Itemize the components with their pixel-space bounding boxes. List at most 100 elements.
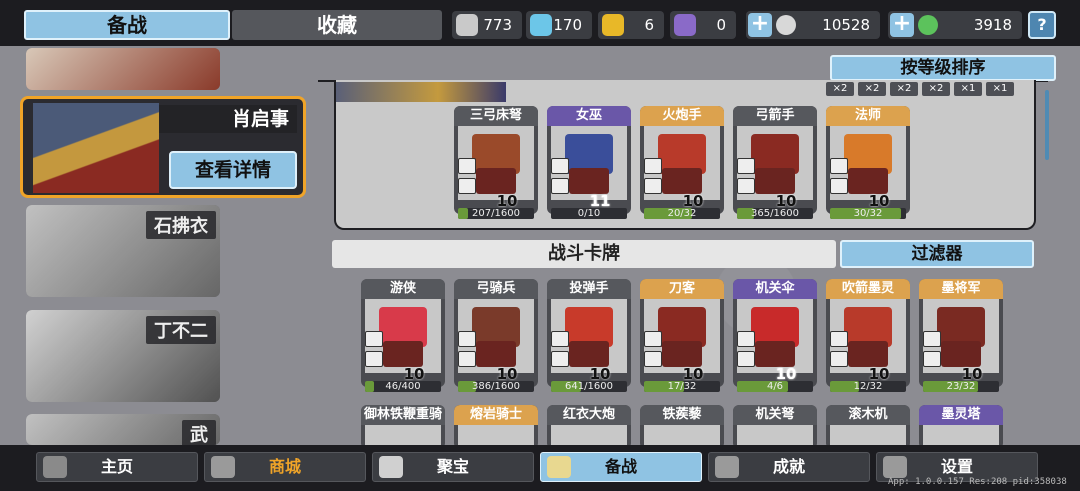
unit-card[interactable]: 铁蒺藜 [640,405,724,449]
silver-trophy-value: 773 [483,16,512,34]
card-progress: 0/10 [551,208,627,219]
version-label: App: 1.0.0.157 Res:208 pid:358038 [888,477,1067,487]
unit-body [848,168,888,194]
sort-by-level-button[interactable]: 按等级排序 [830,55,1056,81]
progress-text: 23/32 [946,381,976,392]
nav-label: 设置 [940,457,973,476]
unit-class-icon [644,178,662,194]
view-details-button[interactable]: 查看详情 [169,151,297,189]
card-name: 弓箭手 [733,106,817,126]
hero-card-top[interactable] [26,48,220,90]
jade-coin-icon [918,15,938,35]
card-name: 铁蒺藜 [640,405,724,425]
progress-text: 0/10 [577,208,601,219]
purple-trophy-icon [674,14,696,36]
progress-fill [458,208,468,219]
card-name: 法师 [826,106,910,126]
home-icon [43,456,67,478]
add-jade-button[interactable]: + [890,13,914,37]
nav-label: 主页 [100,457,133,476]
unit-card[interactable]: 熔岩骑士 [454,405,538,449]
nav-home[interactable]: 主页 [36,452,198,482]
card-name: 墨将军 [919,279,1003,299]
unit-card[interactable]: 游侠 10 46/400 [361,279,445,392]
unit-card[interactable]: 墨将军 10 23/32 [919,279,1003,392]
hero-name: 石拂衣 [146,211,216,239]
card-name: 御林铁鞭重骑兵 [361,405,445,442]
hero-portrait [33,103,159,193]
unit-class-icon [365,351,383,367]
hero-card[interactable]: 丁不二 [26,310,220,402]
crystal-trophy-counter: 170 [526,11,592,39]
hero-name: 丁不二 [146,316,216,344]
hero-card[interactable]: 石拂衣 [26,205,220,297]
unit-card[interactable]: 滚木机 [826,405,910,449]
progress-fill [365,381,375,392]
card-name: 熔岩骑士 [454,405,538,425]
unit-type-icon [551,158,569,174]
nav-achievement[interactable]: 成就 [708,452,870,482]
unit-card[interactable]: 刀客 10 17/32 [640,279,724,392]
achievement-icon [715,456,739,478]
nav-label: 备战 [604,457,637,476]
unit-card[interactable]: 投弹手 10 641/1600 [547,279,631,392]
unit-type-icon [923,331,941,347]
unit-card[interactable]: 弓箭手 10 365/1600 [733,106,817,219]
nav-shop[interactable]: 商城 [204,452,366,482]
unit-card[interactable]: 法师 10 30/32 [826,106,910,219]
unit-card[interactable]: 女巫 11 0/10 [547,106,631,219]
nav-cards[interactable]: 备战 [540,452,702,482]
card-progress: 20/32 [644,208,720,219]
treasure-bowl-icon [379,456,403,478]
card-name: 机关伞 [733,279,817,299]
unit-body [383,341,423,367]
scrollbar[interactable] [1045,90,1049,160]
add-silver-button[interactable]: + [748,13,772,37]
unit-type-icon [458,158,476,174]
unit-class-icon [923,351,941,367]
unit-card[interactable]: 御林铁鞭重骑兵 [361,405,445,449]
nav-treasure-bowl[interactable]: 聚宝 [372,452,534,482]
tab-prepare[interactable]: 备战 [24,10,230,40]
unit-card[interactable]: 墨灵塔 [919,405,1003,449]
unit-card[interactable]: 吹箭墨灵 10 12/32 [826,279,910,392]
card-progress: 386/1600 [458,381,534,392]
progress-text: 12/32 [853,381,883,392]
unit-type-icon [458,331,476,347]
unit-card[interactable]: 机关伞 10 4/6 [733,279,817,392]
unit-body [662,341,702,367]
card-name: 游侠 [361,279,445,299]
unit-type-icon [644,158,662,174]
hero-card-selected[interactable]: 肖启事 查看详情 [20,96,306,198]
progress-text: 20/32 [667,208,697,219]
unit-card[interactable]: 三弓床弩 10 207/1600 [454,106,538,219]
gear-icon [883,456,907,478]
multiplier-tag: ×2 [922,82,950,96]
card-progress: 207/1600 [458,208,534,219]
unit-card[interactable]: 机关弩 [733,405,817,449]
multiplier-tag: ×1 [954,82,982,96]
unit-card[interactable]: 弓骑兵 10 386/1600 [454,279,538,392]
silver-coin-value: 10528 [822,16,870,34]
progress-text: 46/400 [385,381,421,392]
tab-collection[interactable]: 收藏 [232,10,442,40]
progress-text: 207/1600 [472,208,520,219]
shop-icon [211,456,235,478]
hero-name: 武 [182,420,216,445]
unit-type-icon [830,331,848,347]
hero-card[interactable]: 武 [26,414,220,445]
unit-card[interactable]: 火炮手 10 20/32 [640,106,724,219]
unit-class-icon [458,178,476,194]
unit-card[interactable]: 红衣大炮 [547,405,631,449]
battle-cards-title: 战斗卡牌 [332,240,836,268]
card-name: 女巫 [547,106,631,126]
unit-type-icon [830,158,848,174]
card-progress: 365/1600 [737,208,813,219]
help-button[interactable]: ? [1028,11,1056,39]
unit-class-icon [644,351,662,367]
silver-coin-counter: + 10528 [746,11,880,39]
unit-type-icon [737,331,755,347]
jade-coin-value: 3918 [973,16,1012,34]
unit-body [941,341,981,367]
filter-button[interactable]: 过滤器 [840,240,1034,268]
